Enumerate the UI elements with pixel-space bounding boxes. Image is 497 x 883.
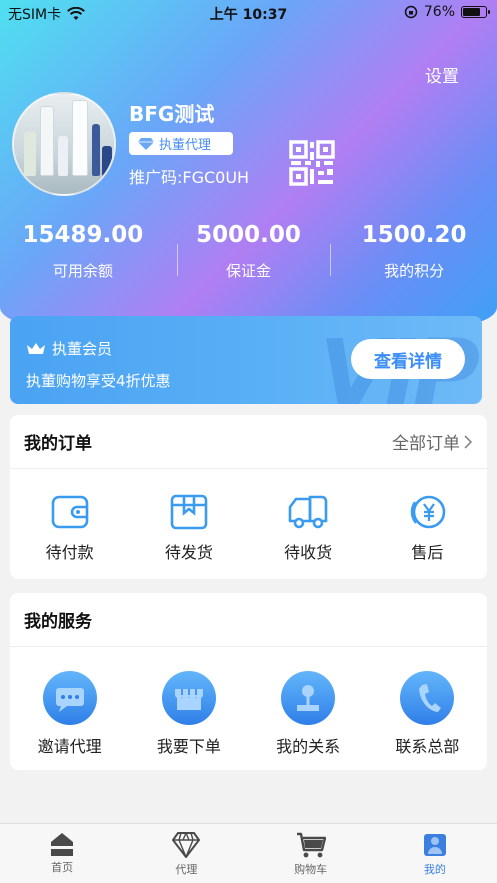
store-icon xyxy=(161,671,216,725)
services-title: 我的服务 xyxy=(24,612,92,632)
tab-mine[interactable]: 我的 xyxy=(373,824,497,883)
order-pending-shipment[interactable]: 待发货 xyxy=(129,493,248,563)
stat-label: 我的积分 xyxy=(384,262,445,280)
crown-icon xyxy=(27,342,45,354)
tab-label: 我的 xyxy=(423,863,446,876)
service-label: 我的关系 xyxy=(276,737,341,756)
stat-value: 15489.00 xyxy=(22,222,144,248)
order-pending-payment[interactable]: 待付款 xyxy=(10,493,129,563)
cart-icon xyxy=(296,832,326,858)
orientation-lock-icon xyxy=(404,5,418,19)
my-orders-card: 我的订单 全部订单 待付款 待发货 待收货 售后 xyxy=(10,415,487,579)
bottom-tab-bar: 首页 代理 购物车 我的 xyxy=(0,823,497,883)
chat-icon xyxy=(42,671,97,725)
stat-value: 1500.20 xyxy=(361,222,467,248)
yen-refund-icon xyxy=(411,495,446,529)
service-my-relations[interactable]: 我的关系 xyxy=(249,671,368,757)
service-label: 联系总部 xyxy=(395,737,460,756)
settings-button[interactable]: 设置 xyxy=(425,62,459,87)
order-label: 售后 xyxy=(411,543,444,562)
tab-label: 购物车 xyxy=(294,863,328,876)
user-icon xyxy=(423,834,446,856)
service-invite-agent[interactable]: 邀请代理 xyxy=(10,671,129,757)
stat-points[interactable]: 1500.20 我的积分 xyxy=(331,222,497,286)
order-pending-receipt[interactable]: 待收货 xyxy=(249,493,368,563)
tab-agent[interactable]: 代理 xyxy=(124,824,248,883)
vip-description: 执董购物享受4折优惠 xyxy=(26,372,171,390)
order-after-sales[interactable]: 售后 xyxy=(368,493,487,563)
stat-value: 5000.00 xyxy=(196,222,301,248)
tab-label: 首页 xyxy=(51,861,74,874)
status-right: 76% xyxy=(404,4,490,20)
promo-code: 推广码:FGC0UH xyxy=(129,168,250,187)
orders-title: 我的订单 xyxy=(24,434,92,454)
order-label: 待收货 xyxy=(284,543,333,562)
vip-membership-card[interactable]: VIP 执董会员 执董购物享受4折优惠 查看详情 xyxy=(10,316,482,404)
order-label: 待发货 xyxy=(164,543,213,562)
chevron-right-icon xyxy=(464,434,473,449)
stat-divider xyxy=(176,244,178,276)
phone-icon xyxy=(400,671,455,725)
agent-level-badge: 执董代理 xyxy=(129,132,233,155)
services-header: 我的服务 xyxy=(10,593,487,647)
service-label: 邀请代理 xyxy=(37,737,102,756)
battery-percent: 76% xyxy=(423,4,455,20)
all-orders-label: 全部订单 xyxy=(392,434,460,454)
user-name: BFG测试 xyxy=(129,102,215,126)
stat-available-balance[interactable]: 15489.00 可用余额 xyxy=(0,222,166,286)
orders-header: 我的订单 全部订单 xyxy=(10,415,487,469)
battery-icon xyxy=(461,6,490,18)
tab-label: 代理 xyxy=(175,863,198,876)
vip-title: 执董会员 xyxy=(26,338,112,359)
service-contact-hq[interactable]: 联系总部 xyxy=(368,671,487,757)
battery-fill xyxy=(463,8,480,16)
service-label: 我要下单 xyxy=(156,737,221,756)
orders-row: 待付款 待发货 待收货 售后 xyxy=(10,469,487,563)
tab-cart[interactable]: 购物车 xyxy=(249,824,373,883)
diamond-badge-icon xyxy=(138,137,154,150)
wallet-icon xyxy=(51,495,88,529)
tab-home[interactable]: 首页 xyxy=(0,824,124,883)
status-bar: 无SIM卡 上午 10:37 76% xyxy=(0,0,497,26)
my-services-card: 我的服务 邀请代理 我要下单 我的关系 联系总部 xyxy=(10,593,487,770)
stat-label: 可用余额 xyxy=(52,262,113,280)
services-row: 邀请代理 我要下单 我的关系 联系总部 xyxy=(10,647,487,757)
diamond-icon xyxy=(172,832,201,858)
package-icon xyxy=(170,494,208,530)
service-place-order[interactable]: 我要下单 xyxy=(129,671,248,757)
account-stats: 15489.00 可用余额 5000.00 保证金 1500.20 我的积分 xyxy=(0,222,497,286)
order-label: 待付款 xyxy=(45,543,94,562)
view-details-button[interactable]: 查看详情 xyxy=(351,339,465,379)
vip-title-label: 执董会员 xyxy=(52,340,113,358)
home-icon xyxy=(51,833,74,856)
all-orders-link[interactable]: 全部订单 xyxy=(392,429,473,454)
relation-icon xyxy=(281,671,336,725)
truck-icon xyxy=(288,495,328,529)
stat-deposit[interactable]: 5000.00 保证金 xyxy=(166,222,332,286)
stat-label: 保证金 xyxy=(226,262,272,280)
qr-code-icon[interactable] xyxy=(289,140,335,186)
avatar[interactable] xyxy=(12,92,116,196)
badge-label: 执董代理 xyxy=(159,138,212,153)
